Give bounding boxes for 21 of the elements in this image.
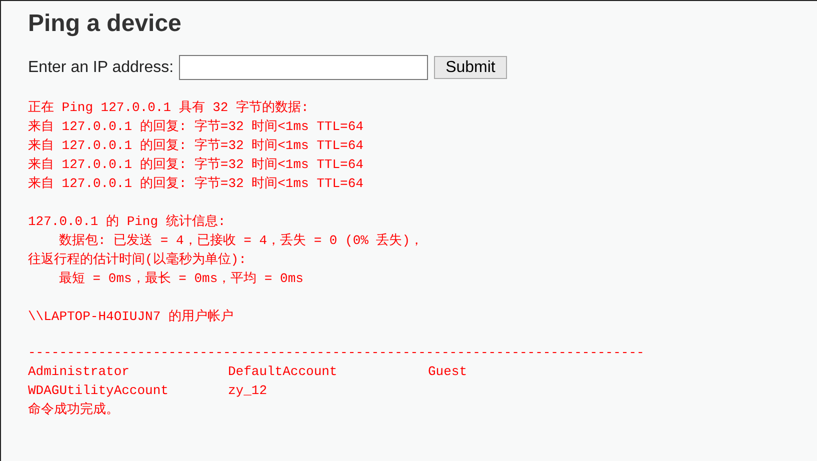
account-name: Guest (428, 364, 468, 379)
output-line: 数据包: 已发送 = 4，已接收 = 4，丢失 = 0 (0% 丢失)， (58, 232, 424, 250)
ip-address-field[interactable] (178, 55, 428, 80)
output-line: 正在 Ping 127.0.0.1 具有 32 字节的数据: (28, 99, 309, 117)
output-separator: ------------------------------------------------------------------------------- (28, 344, 644, 362)
output-line: 127.0.0.1 的 Ping 统计信息: (28, 213, 226, 231)
output-line: 最短 = 0ms，最长 = 0ms，平均 = 0ms (58, 270, 304, 288)
output-line: 来自 127.0.0.1 的回复: 字节=32 时间<1ms TTL=64 (28, 137, 364, 155)
output-line: 命令成功完成。 (28, 401, 119, 419)
ip-label: Enter an IP address: (28, 58, 174, 78)
submit-button[interactable]: Submit (434, 56, 508, 79)
account-name: zy_12 (228, 383, 268, 398)
output-line: 来自 127.0.0.1 的回复: 字节=32 时间<1ms TTL=64 (28, 175, 364, 193)
output-line: 来自 127.0.0.1 的回复: 字节=32 时间<1ms TTL=64 (28, 156, 364, 174)
account-name: Administrator (28, 364, 130, 379)
output-line: 往返行程的估计时间(以毫秒为单位): (28, 251, 246, 269)
output-line: 来自 127.0.0.1 的回复: 字节=32 时间<1ms TTL=64 (28, 118, 364, 136)
account-name: WDAGUtilityAccount (28, 383, 168, 398)
output-line: \\LAPTOP-H4OIUJN7 的用户帐户 (28, 308, 234, 326)
page-title: Ping a device (28, 9, 182, 39)
account-name: DefaultAccount (228, 364, 338, 379)
